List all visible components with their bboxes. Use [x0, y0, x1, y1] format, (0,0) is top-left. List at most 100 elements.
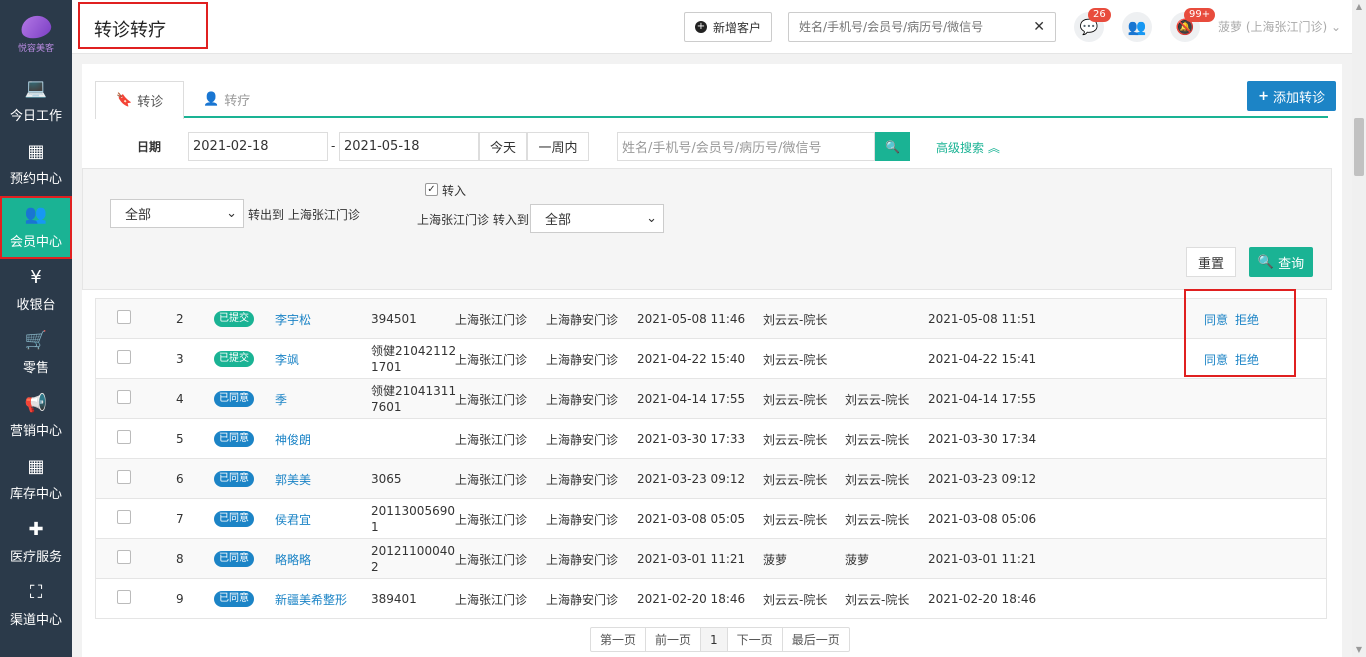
scroll-thumb[interactable] — [1354, 118, 1364, 176]
filter-search-input[interactable]: 姓名/手机号/会员号/病历号/微信号 — [617, 132, 875, 161]
sidebar-item-medkit[interactable]: ✚ 医疗服务 — [0, 511, 72, 574]
clear-icon[interactable]: ✕ — [1033, 19, 1045, 35]
cell-from: 上海张江门诊 — [455, 592, 528, 607]
first-page-button[interactable]: 第一页 — [591, 628, 647, 651]
row-checkbox[interactable] — [117, 510, 131, 524]
cell-name[interactable]: 郭美美 — [275, 459, 311, 499]
cell-no: 6 — [176, 472, 184, 486]
prev-page-button[interactable]: 前一页 — [646, 628, 702, 651]
user-menu[interactable]: 菠萝 (上海张江门诊) ⌄ — [1218, 18, 1341, 35]
new-customer-button[interactable]: + 新增客户 — [684, 12, 773, 42]
transfer-out-select[interactable]: 全部 ⌄ — [110, 199, 244, 228]
cell-no: 5 — [176, 432, 184, 446]
cell-name[interactable]: 略略略 — [275, 539, 311, 579]
week-button[interactable]: 一周内 — [527, 132, 589, 161]
cell-time2: 2021-05-08 11:51 — [928, 312, 1037, 326]
sidebar-item-yen[interactable]: ¥ 收银台 — [0, 259, 72, 322]
referral-table: 已提交 2 李宇松 394501 上海张江门诊 上海静安门诊 2021-05-08 11:4… — [95, 289, 1327, 619]
cell-name[interactable]: 李飒 — [275, 339, 299, 379]
date-label: 日期 — [137, 140, 162, 154]
top-search-input[interactable] — [799, 20, 1019, 34]
cell-no: 2 — [176, 312, 184, 326]
pagination: 第一页 前一页 1 下一页 最后一页 — [590, 627, 850, 652]
cell-no: 3 — [176, 352, 184, 366]
sidebar-item-users[interactable]: 👥 会员中心 — [0, 196, 72, 259]
cell-time2: 2021-03-23 09:12 — [928, 472, 1037, 486]
current-page[interactable]: 1 — [701, 628, 728, 651]
page-scrollbar[interactable]: ▲ ▼ — [1352, 0, 1366, 657]
top-search-box[interactable]: ✕ — [788, 12, 1056, 42]
scroll-up-icon[interactable]: ▲ — [1352, 0, 1366, 14]
status-badge: 已同意 — [214, 551, 254, 567]
date-to-input[interactable]: 2021-05-18 — [339, 132, 479, 161]
cell-code: 领健210413117601 — [371, 384, 457, 414]
row-checkbox[interactable] — [117, 550, 131, 564]
cell-name[interactable]: 新疆美希整形 — [275, 579, 347, 619]
laptop-icon: 💻 — [24, 78, 48, 99]
row-checkbox[interactable] — [117, 430, 131, 444]
cell-to: 上海静安门诊 — [546, 352, 619, 367]
cell-op1: 刘云云-院长 — [763, 312, 828, 327]
cell-name[interactable]: 侯君宜 — [275, 499, 311, 539]
row-checkbox[interactable] — [117, 390, 131, 404]
advanced-search-panel: 全部 ⌄ 转出到 上海张江门诊 ✓ 转入 上海张江门诊 转入到 全部 ⌄ 重置 … — [82, 168, 1332, 290]
add-referral-button[interactable]: + 添加转诊 — [1247, 81, 1336, 111]
cell-from: 上海张江门诊 — [455, 312, 528, 327]
notifications-button[interactable]: 🔕 99+ — [1170, 8, 1216, 42]
table-row: 已同意 6 郭美美 3065 上海张江门诊 上海静安门诊 2021-03-23 09:12 刘… — [95, 459, 1327, 499]
tab-referral-label: 转诊 — [137, 95, 164, 110]
last-page-button[interactable]: 最后一页 — [783, 628, 849, 651]
cell-name[interactable]: 李宇松 — [275, 299, 311, 339]
date-from-input[interactable]: 2021-02-18 — [188, 132, 328, 161]
query-label: 查询 — [1278, 256, 1305, 272]
transfer-in-prefix: 上海张江门诊 转入到 — [417, 213, 529, 227]
cell-from: 上海张江门诊 — [455, 352, 528, 367]
sidebar-item-sitemap[interactable]: ⛶ 渠道中心 — [0, 574, 72, 637]
advanced-search-toggle[interactable]: 高级搜索 ︽ — [936, 139, 1000, 156]
cell-time1: 2021-05-08 11:46 — [637, 312, 746, 326]
agree-link[interactable]: 同意 — [1204, 351, 1228, 368]
transfer-in-select[interactable]: 全部 ⌄ — [530, 204, 664, 233]
sidebar-item-megaphone[interactable]: 📢 营销中心 — [0, 385, 72, 448]
row-checkbox[interactable] — [117, 310, 131, 324]
cell-op2: 刘云云-院长 — [845, 592, 910, 607]
tab-treatment[interactable]: 👤 转疗 — [183, 81, 270, 118]
cell-name[interactable]: 季 — [275, 379, 287, 419]
sidebar-item-calendar[interactable]: ▦ 预约中心 — [0, 133, 72, 196]
search-button[interactable]: 🔍 — [875, 132, 910, 161]
row-checkbox[interactable] — [117, 470, 131, 484]
sidebar-item-laptop[interactable]: 💻 今日工作 — [0, 70, 72, 133]
wechat-button[interactable]: 💬 26 — [1074, 8, 1111, 42]
cell-code: 201130056901 — [371, 504, 455, 534]
cell-name[interactable]: 神俊朗 — [275, 419, 311, 459]
query-button[interactable]: 🔍 查询 — [1249, 247, 1313, 277]
reject-link[interactable]: 拒绝 — [1235, 351, 1259, 368]
cell-op2: 刘云云-院长 — [845, 512, 910, 527]
today-button[interactable]: 今天 — [479, 132, 527, 161]
sidebar-item-label: 预约中心 — [9, 172, 62, 187]
contacts-button[interactable]: 👥 — [1122, 12, 1152, 42]
row-checkbox[interactable] — [117, 590, 131, 604]
next-page-button[interactable]: 下一页 — [728, 628, 783, 651]
cell-time1: 2021-02-20 18:46 — [637, 592, 746, 606]
chevron-down-icon: ⌄ — [1331, 20, 1342, 34]
reset-button[interactable]: 重置 — [1186, 247, 1236, 277]
transfer-out-value: 全部 — [125, 208, 152, 223]
transfer-in-checkbox[interactable]: ✓ — [425, 183, 438, 196]
cell-op1: 刘云云-院长 — [763, 472, 828, 487]
tab-referral[interactable]: 🔖 转诊 — [95, 81, 185, 119]
cell-to: 上海静安门诊 — [546, 552, 619, 567]
cell-op1: 刘云云-院长 — [763, 392, 828, 407]
scroll-down-icon[interactable]: ▼ — [1352, 643, 1366, 657]
sidebar-item-cart[interactable]: 🛒 零售 — [0, 322, 72, 385]
cell-op2: 刘云云-院长 — [845, 432, 910, 447]
logo-mark — [19, 13, 53, 41]
table-row: 已同意 5 神俊朗 上海张江门诊 上海静安门诊 2021-03-30 17:33 刘云云-院… — [95, 419, 1327, 459]
cell-to: 上海静安门诊 — [546, 472, 619, 487]
row-checkbox[interactable] — [117, 350, 131, 364]
sidebar-item-grid[interactable]: ▦ 库存中心 — [0, 448, 72, 511]
page-title: 转诊转疗 — [78, 2, 208, 49]
cell-time2: 2021-03-01 11:21 — [928, 552, 1037, 566]
cell-time1: 2021-03-30 17:33 — [637, 432, 746, 446]
table-row: 已同意 9 新疆美希整形 389401 上海张江门诊 上海静安门诊 2021-02-20 1… — [95, 579, 1327, 619]
